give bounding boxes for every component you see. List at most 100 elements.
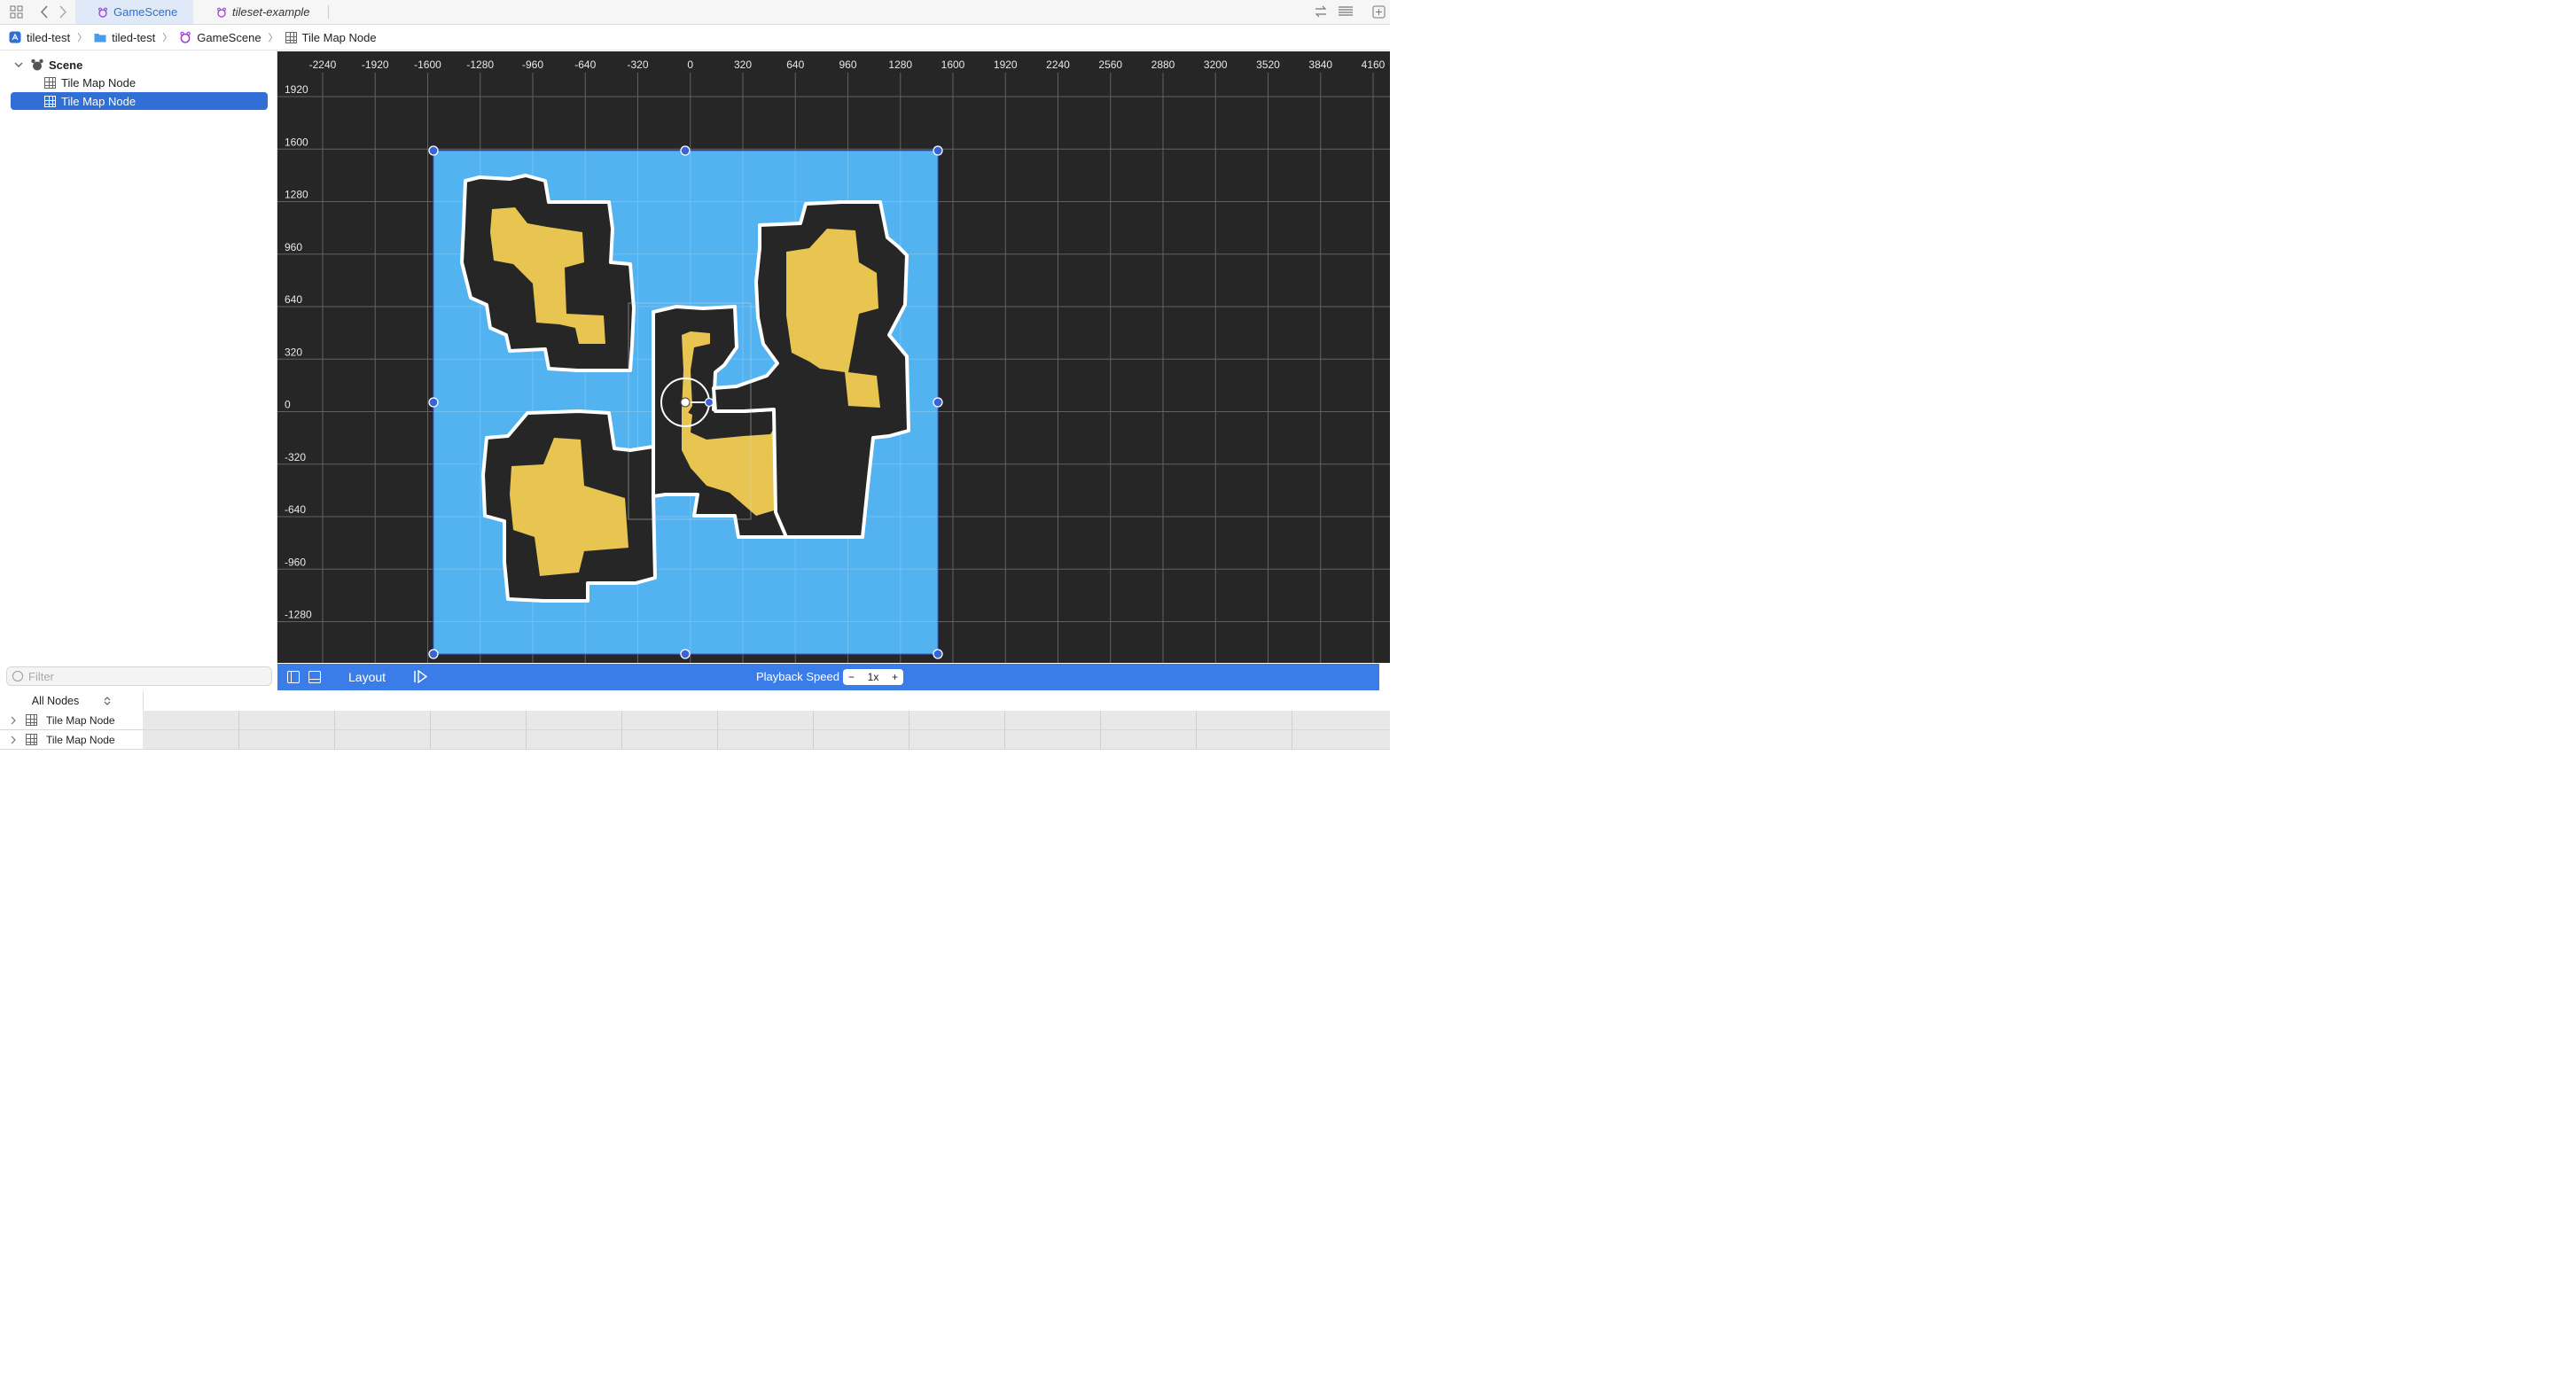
add-editor-icon[interactable]	[1370, 4, 1387, 19]
x-ruler-label: 3520	[1256, 58, 1280, 71]
forward-icon[interactable]	[54, 4, 72, 19]
layout-button[interactable]: Layout	[348, 670, 386, 684]
handle-bottom-left[interactable]	[428, 649, 439, 659]
toggle-outline-icon[interactable]	[287, 671, 300, 683]
filter-field[interactable]: Filter	[6, 666, 272, 686]
breadcrumb-folder[interactable]: tiled-test	[94, 31, 155, 44]
tab-bar: GameScene tileset-example	[0, 0, 1390, 25]
tab-gamescene[interactable]: GameScene	[75, 0, 193, 24]
outline-item-scene[interactable]: Scene	[11, 56, 268, 74]
timeline-tick	[1196, 711, 1197, 729]
crumb-label: GameScene	[197, 30, 262, 44]
y-ruler-label: -960	[285, 556, 306, 568]
crumb-label: tiled-test	[27, 30, 71, 44]
chevron-right-icon: 〉	[268, 33, 278, 43]
crumb-label: Tile Map Node	[301, 30, 377, 44]
timeline-row-name: Tile Map Node	[46, 713, 115, 727]
y-ruler-label: 960	[285, 241, 302, 253]
project-icon	[9, 31, 21, 43]
tilemap-icon	[44, 95, 56, 107]
playback-speed-stepper[interactable]: − 1x +	[843, 669, 903, 685]
timeline-tick	[238, 730, 239, 749]
tilemap-icon	[26, 734, 37, 745]
toggle-timeline-icon[interactable]	[308, 671, 321, 683]
scene-editor[interactable]: -2240 -1920 -1600 -1280 -960 -640 -320 0 320 640 9…	[277, 51, 1390, 663]
handle-top-right[interactable]	[933, 145, 943, 156]
x-ruler: -2240 -1920 -1600 -1280 -960 -640 -320 0 320 640 9…	[309, 58, 1386, 71]
scene-icon	[217, 7, 226, 18]
tab-label: tileset-example	[232, 5, 310, 19]
tab-divider	[328, 5, 329, 19]
folder-icon	[94, 34, 106, 43]
handle-top-left[interactable]	[428, 145, 439, 156]
timeline-tick	[621, 711, 622, 729]
timeline-tick	[238, 711, 239, 729]
chevron-right-icon[interactable]	[10, 716, 17, 725]
x-ruler-label: 0	[687, 58, 693, 71]
anchor-point[interactable]	[680, 397, 691, 408]
timeline-tick	[1196, 730, 1197, 749]
speed-increase-button[interactable]: +	[892, 671, 898, 683]
back-icon[interactable]	[35, 4, 53, 19]
all-nodes-popup[interactable]: All Nodes	[0, 691, 144, 711]
y-ruler-label: -640	[285, 503, 306, 516]
outline-label: Scene	[49, 58, 83, 72]
rotation-handle[interactable]	[704, 397, 714, 408]
timeline-tick	[717, 711, 718, 729]
breadcrumb-node[interactable]: Tile Map Node	[285, 31, 377, 44]
swap-icon[interactable]	[1312, 4, 1330, 19]
speed-value: 1x	[867, 671, 879, 683]
timeline-tick	[813, 730, 814, 749]
timeline-tick	[526, 711, 527, 729]
handle-right[interactable]	[933, 397, 943, 408]
scene-node-icon	[31, 58, 43, 71]
y-ruler-label: 1920	[285, 83, 308, 96]
grid-icon[interactable]	[7, 4, 25, 19]
y-ruler-label: 1600	[285, 136, 308, 148]
scene-icon	[98, 7, 107, 18]
x-ruler-label: 2240	[1046, 58, 1070, 71]
y-ruler-label: 0	[285, 399, 291, 411]
animate-icon[interactable]	[413, 670, 428, 683]
timeline-tick	[717, 730, 718, 749]
chevron-down-icon[interactable]	[14, 60, 23, 69]
timeline-header	[0, 691, 1390, 712]
scene-toolbar: Layout Playback Speed − 1x +	[277, 664, 1379, 690]
handle-bottom-right[interactable]	[933, 649, 943, 659]
y-ruler-label: 1280	[285, 189, 308, 201]
tab-tileset-example[interactable]: tileset-example	[216, 0, 309, 24]
breadcrumb: tiled-test 〉 tiled-test 〉 GameScene 〉 Ti…	[0, 25, 1390, 51]
tilemap-icon	[44, 76, 56, 89]
handle-left[interactable]	[428, 397, 439, 408]
speed-decrease-button[interactable]: −	[848, 671, 855, 683]
breadcrumb-project[interactable]: tiled-test	[9, 31, 70, 44]
timeline-row-label[interactable]: Tile Map Node	[0, 711, 143, 729]
timeline-row[interactable]: Tile Map Node	[0, 730, 1390, 750]
timeline-track[interactable]	[143, 711, 1390, 729]
timeline-tick	[1100, 730, 1101, 749]
playback-speed-label: Playback Speed	[756, 670, 839, 683]
timeline-track[interactable]	[143, 730, 1390, 749]
chevron-right-icon[interactable]	[10, 736, 17, 744]
x-ruler-label: -320	[627, 58, 648, 71]
timeline-row-name: Tile Map Node	[46, 733, 115, 746]
x-ruler-label: 2560	[1098, 58, 1122, 71]
x-ruler-label: -1280	[466, 58, 494, 71]
timeline-row[interactable]: Tile Map Node	[0, 711, 1390, 730]
y-ruler-label: 320	[285, 346, 302, 358]
x-ruler-label: 1600	[941, 58, 965, 71]
x-ruler-label: 3840	[1308, 58, 1332, 71]
handle-bottom[interactable]	[680, 649, 691, 659]
editor-options-icon[interactable]	[1337, 4, 1354, 19]
y-ruler-label: -320	[285, 451, 306, 463]
outline-item-tilemap[interactable]: Tile Map Node	[11, 74, 268, 91]
x-ruler-label: 1920	[994, 58, 1018, 71]
x-ruler-label: -1920	[362, 58, 389, 71]
timeline-tick	[813, 711, 814, 729]
breadcrumb-scene[interactable]: GameScene	[179, 30, 262, 44]
timeline-row-label[interactable]: Tile Map Node	[0, 730, 143, 749]
outline-item-tilemap-selected[interactable]: Tile Map Node	[11, 92, 268, 110]
y-ruler-label: -1280	[285, 609, 312, 621]
scene-canvas[interactable]: -2240 -1920 -1600 -1280 -960 -640 -320 0 320 640 9…	[277, 51, 1390, 663]
handle-top[interactable]	[680, 145, 691, 156]
